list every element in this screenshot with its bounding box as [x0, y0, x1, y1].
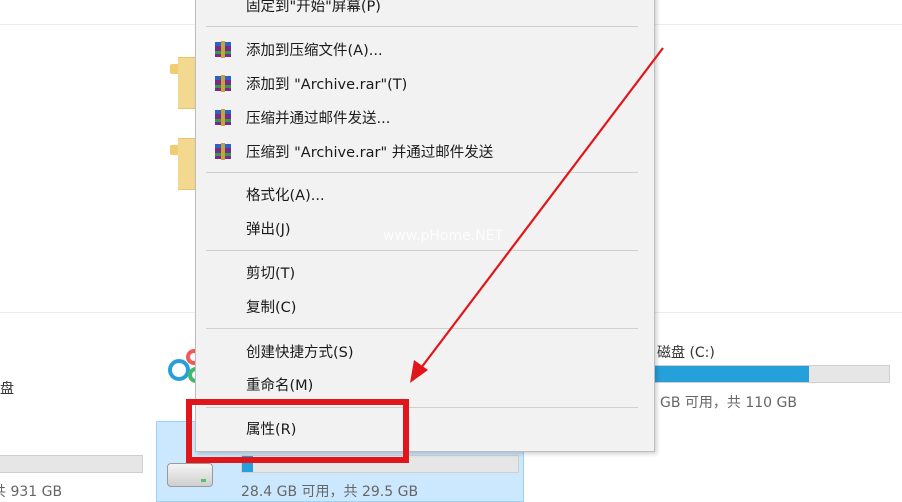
menu-item-pin-start[interactable]: 固定到"开始"屏幕(P) [246, 0, 381, 16]
winrar-icon [215, 75, 231, 92]
menu-item-add-archive[interactable]: 添加到压缩文件(A)... [246, 39, 383, 60]
context-menu: 固定到"开始"屏幕(P) 添加到压缩文件(A)... 添加到 "Archive.… [195, 0, 655, 452]
menu-item-add-rar[interactable]: 添加到 "Archive.rar"(T) [246, 73, 407, 94]
menu-item-compress-rar-email[interactable]: 压缩到 "Archive.rar" 并通过邮件发送 [246, 141, 493, 162]
watermark: www.pHome.NET [383, 228, 504, 244]
menu-item-format[interactable]: 格式化(A)... [246, 184, 325, 205]
menu-separator [206, 250, 638, 251]
annotation-highlight-box [186, 399, 409, 463]
drive-c-usage-fill [655, 366, 810, 382]
winrar-icon [215, 109, 231, 126]
usb-drive-size: 28.4 GB 可用，共 29.5 GB [241, 484, 419, 500]
menu-separator [206, 172, 638, 173]
menu-item-create-shortcut[interactable]: 创建快捷方式(S) [246, 341, 354, 362]
drive-size-left: 共 931 GB [0, 484, 63, 500]
menu-item-copy[interactable]: 复制(C) [246, 296, 296, 317]
menu-item-compress-email[interactable]: 压缩并通过邮件发送... [246, 107, 390, 128]
menu-item-cut[interactable]: 剪切(T) [246, 262, 295, 283]
drive-usage-bar-left [0, 455, 143, 473]
menu-separator [206, 26, 638, 27]
drive-c-usage-bar [654, 365, 890, 383]
drive-c-label: 磁盘 (C:) [657, 345, 715, 361]
usb-drive-icon [167, 463, 213, 487]
menu-separator [206, 328, 638, 329]
winrar-icon [215, 41, 231, 58]
drive-c-size: GB 可用，共 110 GB [660, 395, 797, 411]
winrar-icon [215, 143, 231, 160]
drive-label-left: 盘 [0, 381, 14, 397]
menu-item-eject[interactable]: 弹出(J) [246, 218, 291, 239]
menu-item-rename[interactable]: 重命名(M) [246, 374, 313, 395]
